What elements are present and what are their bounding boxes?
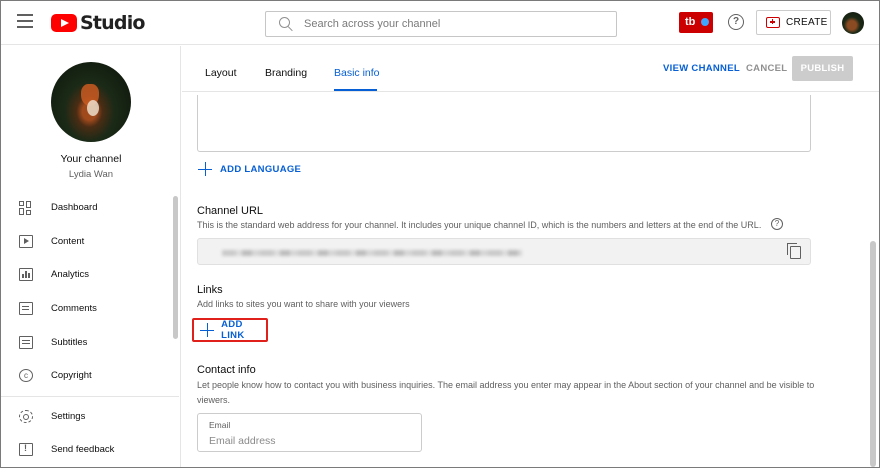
blurred-url-value <box>222 250 522 256</box>
tab-basic-info[interactable]: Basic info <box>334 67 380 79</box>
add-language-label: ADD LANGUAGE <box>220 163 302 175</box>
links-title: Links <box>197 284 223 296</box>
add-link-label: ADD LINK <box>221 319 245 341</box>
youtube-play-icon <box>51 14 77 32</box>
sidebar-item-settings[interactable]: Settings <box>1 400 179 434</box>
contact-info-title: Contact info <box>197 364 256 376</box>
account-avatar[interactable] <box>842 12 864 34</box>
sidebar-item-dashboard[interactable]: Dashboard <box>1 191 179 225</box>
sidebar-nav: Dashboard Content Analytics Comments Sub… <box>1 191 179 467</box>
feedback-icon <box>19 443 33 457</box>
sidebar-item-label: Comments <box>51 303 97 315</box>
sidebar-scrollbar[interactable] <box>173 196 178 339</box>
your-channel-label: Your channel <box>60 153 122 165</box>
view-channel-button[interactable]: VIEW CHANNEL <box>663 63 740 74</box>
sidebar-item-copyright[interactable]: c Copyright <box>1 359 179 393</box>
add-language-button[interactable]: ADD LANGUAGE <box>198 162 301 176</box>
search-input[interactable] <box>304 18 604 30</box>
channel-avatar[interactable] <box>51 62 131 142</box>
cancel-button[interactable]: CANCEL <box>746 63 787 74</box>
main-scrollbar[interactable] <box>870 241 876 467</box>
channel-url-title: Channel URL <box>197 205 264 217</box>
sidebar-item-label: Dashboard <box>51 202 98 214</box>
email-input[interactable] <box>209 435 409 447</box>
sidebar-divider <box>1 395 179 397</box>
sidebar-item-comments[interactable]: Comments <box>1 292 179 326</box>
copyright-icon: c <box>19 369 33 383</box>
tab-bar: Layout Branding Basic info VIEW CHANNEL … <box>182 46 879 92</box>
sidebar-item-send-feedback[interactable]: Send feedback <box>1 433 179 467</box>
search-icon <box>276 14 296 34</box>
sidebar-item-label: Settings <box>51 410 86 422</box>
search-box[interactable] <box>265 11 617 37</box>
tab-branding[interactable]: Branding <box>265 67 307 79</box>
channel-name: Lydia Wan <box>68 169 114 180</box>
help-circle-icon[interactable]: ? <box>771 218 783 230</box>
subtitles-icon <box>19 335 33 349</box>
top-bar: Studio tb ? CREATE <box>1 1 879 45</box>
sidebar-item-label: Subtitles <box>51 336 88 348</box>
comments-icon <box>19 302 33 316</box>
help-icon[interactable]: ? <box>728 14 744 30</box>
create-video-icon <box>766 17 780 28</box>
studio-window: Studio tb ? CREATE Your channel Lydia Wa… <box>0 0 880 468</box>
dashboard-icon <box>19 201 33 216</box>
sidebar-item-label: Content <box>51 235 85 247</box>
links-description: Add links to sites you want to share wit… <box>197 299 410 309</box>
channel-url-description: This is the standard web address for you… <box>197 220 762 230</box>
main-content: Layout Branding Basic info VIEW CHANNEL … <box>182 46 879 467</box>
email-field[interactable]: Email <box>197 413 422 452</box>
studio-logo[interactable]: Studio <box>51 12 145 34</box>
copy-icon[interactable] <box>787 243 801 259</box>
tab-layout[interactable]: Layout <box>205 67 237 79</box>
hamburger-menu-icon[interactable] <box>17 14 33 30</box>
publish-button[interactable]: PUBLISH <box>792 56 853 81</box>
plus-icon <box>200 323 215 337</box>
create-label: CREATE <box>786 17 828 28</box>
add-link-button[interactable]: ADD LINK <box>192 318 268 342</box>
gear-icon <box>19 409 33 423</box>
analytics-icon <box>19 268 33 282</box>
contact-info-description: Let people know how to contact you with … <box>197 380 815 405</box>
create-button[interactable]: CREATE <box>756 10 831 35</box>
extension-icon[interactable]: tb <box>679 12 713 33</box>
sidebar-item-label: Send feedback <box>51 444 115 456</box>
description-textarea[interactable] <box>197 95 811 152</box>
sidebar: Your channel Lydia Wan Dashboard Content… <box>1 46 181 467</box>
sidebar-item-label: Analytics <box>51 269 90 281</box>
email-label: Email <box>209 420 231 430</box>
extension-label: tb <box>685 16 696 28</box>
sidebar-item-analytics[interactable]: Analytics <box>1 258 179 292</box>
content-icon <box>19 234 33 248</box>
channel-url-field[interactable] <box>197 238 811 265</box>
active-tab-indicator <box>334 89 377 91</box>
logo-text: Studio <box>80 12 145 34</box>
sidebar-item-subtitles[interactable]: Subtitles <box>1 325 179 359</box>
notification-dot <box>701 18 709 26</box>
plus-icon <box>198 162 212 176</box>
sidebar-item-content[interactable]: Content <box>1 225 179 259</box>
sidebar-item-label: Copyright <box>51 370 92 382</box>
